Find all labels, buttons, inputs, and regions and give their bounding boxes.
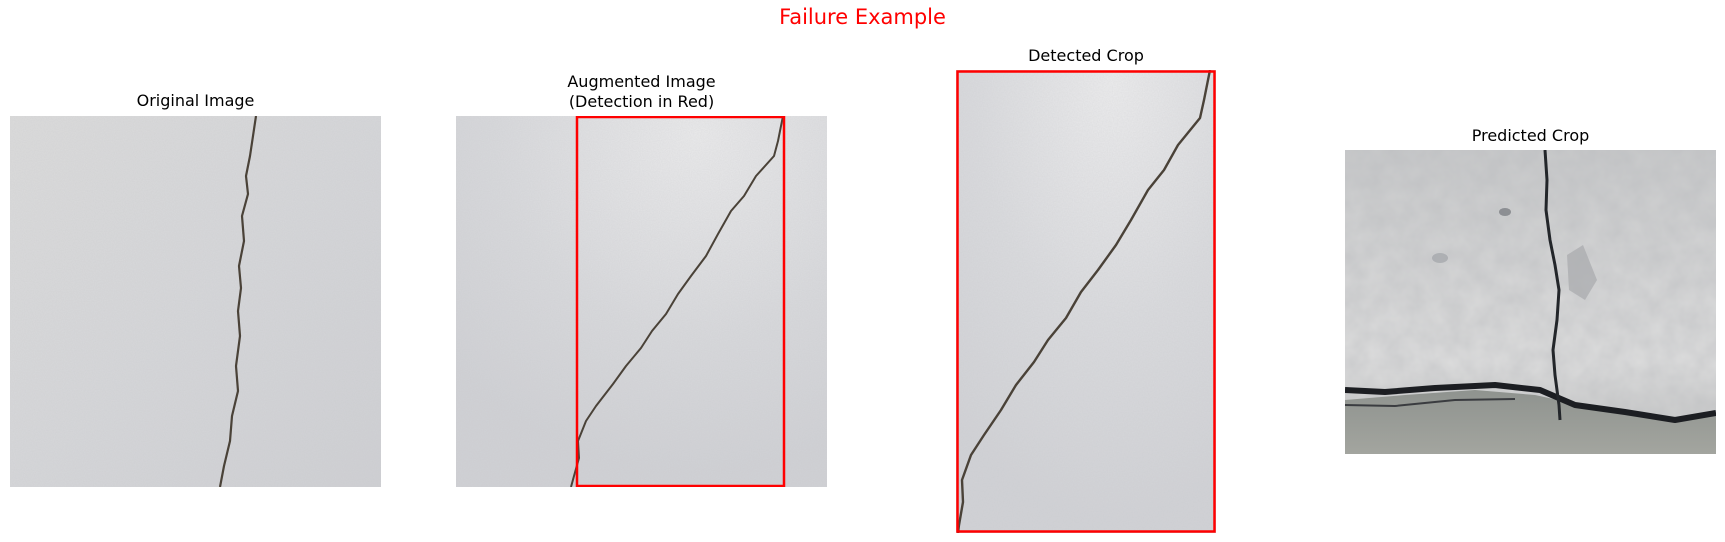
figure-title: Failure Example [779, 5, 946, 29]
panel-title-predicted-line1: Predicted Crop [1471, 126, 1590, 145]
augmented-image [456, 116, 827, 487]
panel-title-augmented-line1: Augmented Image [567, 72, 716, 91]
panel-title-augmented-line2: (Detection in Red) [568, 92, 715, 111]
original-image [10, 116, 381, 487]
panel-title-detected-line1: Detected Crop [1028, 46, 1144, 65]
panel-title-detected: Detected Crop [956, 46, 1216, 66]
panel-title-predicted: Predicted Crop [1345, 126, 1716, 146]
panel-title-original: Original Image [10, 91, 381, 111]
detected-crop-image [956, 70, 1216, 533]
predicted-crop-image [1345, 150, 1716, 454]
panel-title-augmented: Augmented Image (Detection in Red) [456, 72, 827, 112]
panel-title-original-line1: Original Image [136, 91, 255, 110]
